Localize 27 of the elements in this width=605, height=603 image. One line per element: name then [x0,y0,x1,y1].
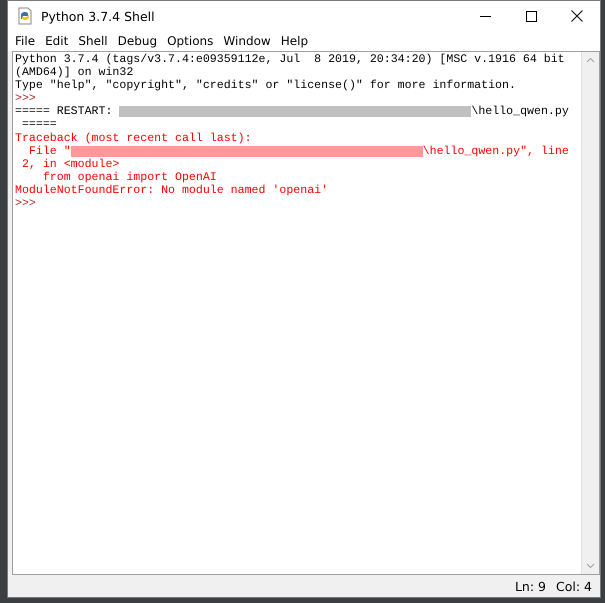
menu-item[interactable]: Window [218,34,276,48]
shell-text: (AMD64)] on win32 [15,66,134,80]
shell-text: Python 3.7.4 (tags/v3.7.4:e09359112e, Jul 8 2019, 20:34:20) [MSC v.1916 64 bit [15,53,565,66]
app-icon [16,7,34,25]
shell-text: ModuleNotFoundError: No module named 'openai' [15,184,328,198]
shell-text: 2, in <module> [20,158,120,171]
shell-prompt: >>> [15,92,36,106]
menu-item[interactable]: File [10,34,40,48]
menu-item[interactable]: Debug [112,34,162,48]
menu-item[interactable]: Edit [40,34,74,48]
shell-text: \hello_qwen.py", line [422,144,569,158]
shell-prompt: >>> [15,197,36,210]
menu-item[interactable]: Shell [73,34,113,48]
shell-text: Type "help", "copyright", "credits" or "license()" for more information. [15,79,516,92]
shell-text: File " [28,144,71,158]
shell-text: from openai import OpenAI [42,170,217,184]
line-number: Ln: 9 [514,578,546,594]
shell-text: ===== RESTART: [15,105,114,118]
menu-item[interactable]: Options [162,34,218,48]
column-number: Col: 4 [556,578,592,594]
shell-text: \hello_qwen.py [471,105,569,118]
maximize-icon [526,10,536,22]
shell-text: ===== [20,118,57,132]
menu-item[interactable]: Help [276,34,314,48]
close-icon [571,10,583,22]
shell-text: Traceback (most recent call last): [15,132,252,145]
window-title: Python 3.7.4 Shell [41,8,156,24]
